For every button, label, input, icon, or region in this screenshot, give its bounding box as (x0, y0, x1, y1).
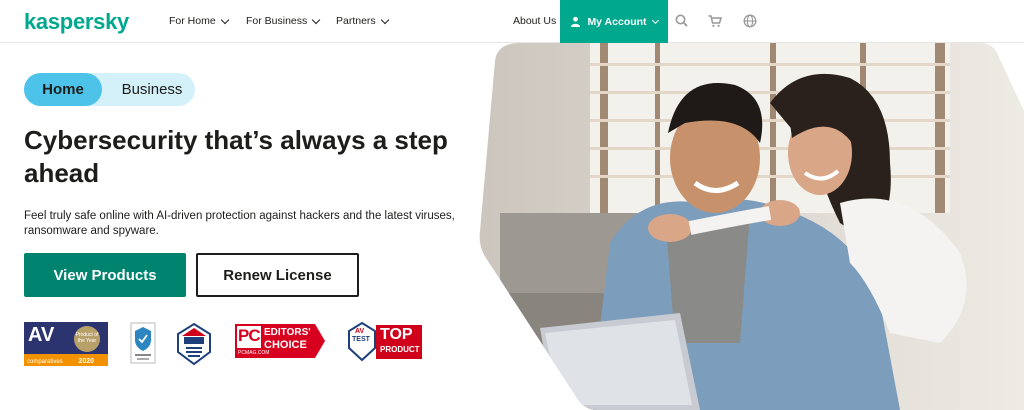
pcmag-small: PCMAG.COM (238, 350, 270, 356)
chevron-down-icon (380, 15, 389, 24)
site-header: kaspersky For Home For Business Partners… (0, 0, 1024, 43)
home-business-toggle: Home Business (24, 73, 195, 106)
hero-subtext: Feel truly safe online with AI-driven pr… (24, 210, 455, 237)
chevron-down-icon (220, 15, 229, 24)
nav-partners[interactable]: Partners (336, 15, 389, 27)
home-toggle-option[interactable]: Home (24, 73, 102, 106)
pcmag-editors-choice-award: PC EDITORS' CHOICE PCMAG.COM (235, 324, 325, 358)
av-comparatives-award: AV Product of the Year comparatives 2020 (24, 322, 108, 366)
chevron-down-icon (651, 16, 659, 24)
nav-for-home[interactable]: For Home (169, 15, 229, 27)
globe-icon[interactable] (742, 13, 758, 29)
business-toggle-option[interactable]: Business (112, 73, 192, 106)
my-account-button[interactable]: My Account (560, 0, 668, 43)
nav-for-business-label: For Business (246, 15, 308, 27)
about-us-link[interactable]: About Us (513, 15, 556, 27)
chevron-down-icon (312, 15, 321, 24)
nav-for-home-label: For Home (169, 15, 216, 27)
nav-for-business[interactable]: For Business (246, 15, 321, 27)
av-comparatives-av: AV (28, 324, 55, 346)
product-of-year-badge: Product of the Year (74, 326, 100, 352)
av-comparatives-brand: comparatives (27, 359, 63, 365)
cart-icon[interactable] (707, 13, 723, 29)
av-test-certified-icon (177, 322, 211, 366)
view-products-button[interactable]: View Products (24, 253, 186, 297)
top-product-top-text: TOP (380, 326, 413, 343)
pcmag-line2: CHOICE (264, 339, 307, 351)
top-product-product-text: PRODUCT (380, 345, 420, 354)
page-title: Cybersecurity that’s always a step ahead (24, 125, 448, 188)
av-comparatives-year: 2020 (78, 358, 94, 365)
user-icon (571, 16, 581, 27)
av-test-av-text: AV (355, 328, 365, 335)
nav-partners-label: Partners (336, 15, 376, 27)
my-account-label: My Account (587, 15, 647, 28)
search-icon[interactable] (674, 13, 690, 29)
pcmag-pc-text: PC (238, 326, 261, 345)
hero-photo (479, 43, 1024, 410)
pcmag-line1: EDITORS' (264, 327, 311, 338)
kaspersky-logo[interactable]: kaspersky (24, 9, 129, 35)
av-test-top-product-award: AV TEST TOP PRODUCT (348, 322, 424, 362)
av-test-test-text: TEST (352, 336, 370, 343)
certification-seal-icon (130, 322, 156, 364)
renew-license-button[interactable]: Renew License (196, 253, 359, 297)
